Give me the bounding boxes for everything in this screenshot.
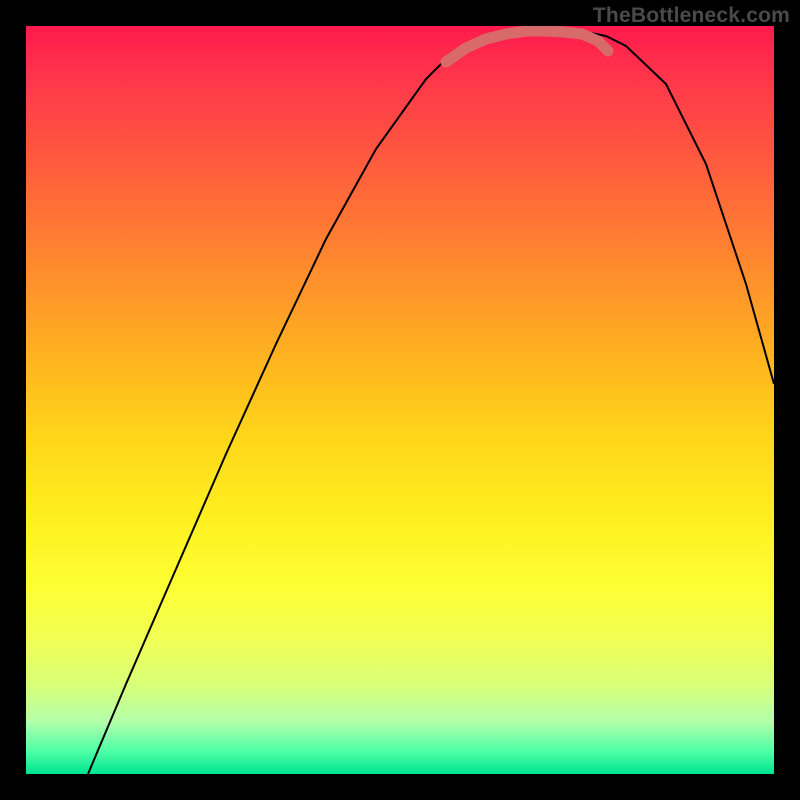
watermark-text: TheBottleneck.com [593, 4, 790, 28]
curve-line [88, 31, 774, 774]
chart-frame: TheBottleneck.com [0, 0, 800, 800]
score-band-line [446, 31, 608, 62]
chart-plot-area [26, 26, 774, 774]
chart-svg [26, 26, 774, 774]
